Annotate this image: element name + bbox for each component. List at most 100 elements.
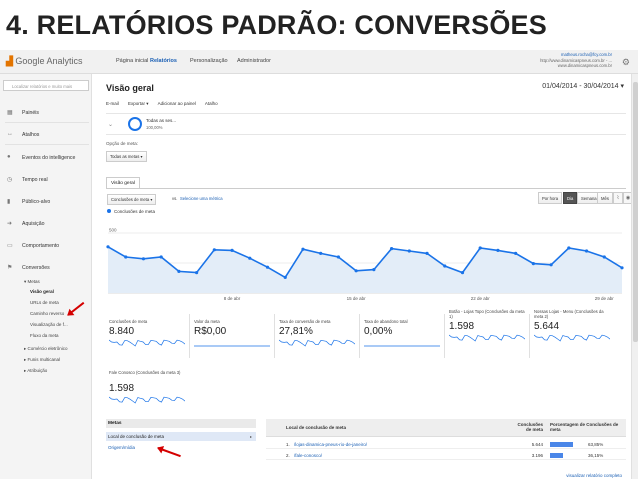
export-button[interactable]: Exportar ▾ bbox=[128, 101, 149, 106]
data-point bbox=[514, 251, 518, 255]
account-info[interactable]: matheus.rocha@fcy.com.br http://www.dina… bbox=[540, 52, 612, 69]
table-row[interactable]: 1. /lojas-dinamica-pneus-rio-de-janeiro/… bbox=[266, 440, 626, 449]
chart-labels: 8 de abr 15 de abr 22 de abr 29 de abr bbox=[224, 296, 614, 301]
main-content: Visão geral 01/04/2014 - 30/04/2014 ▾ E-… bbox=[93, 74, 638, 479]
sidebar-sub-funnel[interactable]: Visualização de f... bbox=[30, 322, 68, 327]
data-point bbox=[567, 246, 571, 250]
nav-home[interactable]: Página inicial bbox=[116, 58, 148, 64]
chevron-down-icon[interactable]: ⌄ bbox=[108, 121, 113, 128]
divider bbox=[274, 314, 275, 358]
granularity-month[interactable]: Mês bbox=[597, 192, 613, 204]
nav-reports[interactable]: Relatórios bbox=[150, 58, 177, 64]
nav-customization[interactable]: Personalização bbox=[190, 58, 228, 64]
full-report-link[interactable]: visualizar relatório completo bbox=[566, 473, 622, 478]
granularity-hour[interactable]: Por hora bbox=[538, 192, 563, 204]
dimension-source-medium[interactable]: Origem/mídia bbox=[108, 445, 135, 450]
nav-admin[interactable]: Administrador bbox=[237, 58, 271, 64]
row-index: 1. bbox=[286, 442, 290, 447]
scrollbar-thumb[interactable] bbox=[633, 82, 638, 342]
table-row[interactable]: 2. /fale-conosco/ 3.196 36,15% bbox=[266, 451, 626, 460]
sidebar-group-ecommerce[interactable]: ▸ Comércio eletrônico bbox=[24, 346, 68, 352]
scorecard-value: R$0,00 bbox=[194, 326, 227, 337]
sidebar-sub-overview[interactable]: Visão geral bbox=[30, 289, 54, 294]
scrollbar[interactable] bbox=[631, 74, 638, 479]
x-tick-label: 22 de abr bbox=[471, 296, 491, 301]
column-header-location[interactable]: Local de conclusão de meta bbox=[286, 425, 346, 430]
tab-overview[interactable]: Visão geral bbox=[106, 177, 140, 188]
scorecard-label: Taxa de conversão de meta bbox=[279, 319, 331, 324]
scorecard-goal-completions[interactable]: Conclusões de meta 8.840 bbox=[106, 314, 188, 366]
scorecard-goal-value[interactable]: Valor da meta R$0,00 bbox=[191, 314, 273, 366]
data-point bbox=[372, 268, 376, 272]
logo-prefix: Google bbox=[15, 56, 45, 66]
sidebar-item-label: Comportamento bbox=[22, 243, 60, 249]
shortcut-button[interactable]: Atalho bbox=[205, 101, 218, 106]
metric-dropdown[interactable]: Conclusões de meta ▾ bbox=[107, 194, 157, 205]
tab-divider bbox=[106, 188, 626, 189]
data-point bbox=[301, 247, 305, 251]
line-chart[interactable]: 500250 8 de abr15 de abr22 de abr29 de a… bbox=[106, 217, 626, 307]
data-point bbox=[159, 255, 163, 259]
sidebar-sub-goal-urls[interactable]: URLs de meta bbox=[30, 300, 59, 305]
dimension-goal-location[interactable]: Local de conclusão de meta ▸ bbox=[106, 432, 256, 441]
row-count: 3.196 bbox=[531, 453, 543, 458]
column-header-percent[interactable]: Porcentagem de Conclusões de meta bbox=[550, 422, 620, 432]
divider bbox=[529, 314, 530, 358]
gear-icon[interactable]: ⚙ bbox=[622, 57, 630, 68]
scorecard-goal-2[interactable]: Nossas Lojas - Menu (Conclusões da meta … bbox=[531, 309, 613, 361]
data-point bbox=[177, 269, 181, 273]
sparkline bbox=[534, 334, 610, 342]
segment-percent: 100,00% bbox=[146, 125, 163, 130]
granularity-day[interactable]: Dia bbox=[563, 192, 578, 204]
report-search-input[interactable]: Localizar relatórios e muito mais bbox=[3, 80, 89, 91]
sidebar: Localizar relatórios e muito mais ▦ Painé… bbox=[0, 74, 92, 479]
legend-label: Conclusões de meta bbox=[114, 209, 156, 214]
data-point bbox=[496, 248, 500, 252]
row-path-link[interactable]: /lojas-dinamica-pneus-rio-de-janeiro/ bbox=[294, 442, 367, 447]
select-metric-link[interactable]: Selecione uma métrica bbox=[180, 196, 223, 201]
scorecard-abandon-rate[interactable]: Taxa de abandono total 0,00% bbox=[361, 314, 443, 366]
line-chart-view-icon[interactable]: ⌇ bbox=[613, 192, 623, 204]
row-percent: 36,15% bbox=[588, 453, 604, 458]
sidebar-group-multichannel[interactable]: ▸ Funis multicanal bbox=[24, 357, 60, 363]
sparkline-path bbox=[109, 396, 185, 404]
add-to-dashboard-button[interactable]: Adicionar ao painel bbox=[158, 101, 196, 106]
row-index: 2. bbox=[286, 453, 290, 458]
column-header-completions[interactable]: Conclusões de meta bbox=[513, 422, 543, 432]
sidebar-group-attribution[interactable]: ▸ Atribuição bbox=[24, 368, 47, 374]
scorecard-value: 1.598 bbox=[109, 383, 135, 394]
goal-option-dropdown[interactable]: Todas as metas ▾ bbox=[106, 151, 147, 162]
scorecard-label: Fale Conosco (Conclusões da meta 3) bbox=[109, 370, 181, 375]
data-point bbox=[141, 257, 146, 261]
sidebar-sub-reverse-path[interactable]: Caminho reverso bbox=[30, 311, 64, 316]
y-tick-label: 500 bbox=[109, 228, 117, 233]
row-path-link[interactable]: /fale-conosco/ bbox=[294, 453, 322, 458]
top-bar: ▟ Google Analytics Página inicial Relató… bbox=[0, 50, 638, 74]
row-count: 5.644 bbox=[531, 442, 543, 447]
sparkline bbox=[194, 345, 270, 347]
sparkline-path bbox=[279, 339, 355, 347]
report-toolbar: E-mail Exportar ▾ Adicionar ao painel At… bbox=[106, 101, 226, 107]
data-point bbox=[212, 248, 216, 252]
flag-icon: ⚑ bbox=[7, 265, 13, 271]
segment-label[interactable]: Todas as ses... bbox=[146, 118, 176, 123]
scorecard-goal-1[interactable]: Botão - Lojas Topo (Conclusões da meta 1… bbox=[446, 309, 528, 361]
sidebar-group-goals[interactable]: ▾ Metas bbox=[24, 279, 40, 285]
email-button[interactable]: E-mail bbox=[106, 101, 119, 106]
date-range-picker[interactable]: 01/04/2014 - 30/04/2014 ▾ bbox=[542, 82, 624, 90]
data-point bbox=[389, 247, 394, 251]
behavior-icon: ▭ bbox=[7, 243, 13, 249]
data-point bbox=[478, 246, 482, 250]
divider bbox=[359, 314, 360, 358]
google-analytics-logo[interactable]: ▟ Google Analytics bbox=[6, 56, 82, 67]
sidebar-sub-goal-flow[interactable]: Fluxo da meta bbox=[30, 333, 59, 338]
scorecard-goal-3[interactable]: Fale Conosco (Conclusões da meta 3) 1.59… bbox=[106, 370, 188, 422]
scorecard-conversion-rate[interactable]: Taxa de conversão de meta 27,81% bbox=[276, 314, 358, 366]
dimension-label: Local de conclusão de meta bbox=[108, 434, 165, 439]
scorecard-value: 5.644 bbox=[534, 321, 560, 332]
sparkline-path bbox=[449, 334, 525, 342]
x-tick-label: 29 de abr bbox=[595, 296, 615, 301]
data-point bbox=[319, 251, 323, 255]
data-point bbox=[407, 249, 411, 253]
sparkline bbox=[109, 339, 185, 347]
